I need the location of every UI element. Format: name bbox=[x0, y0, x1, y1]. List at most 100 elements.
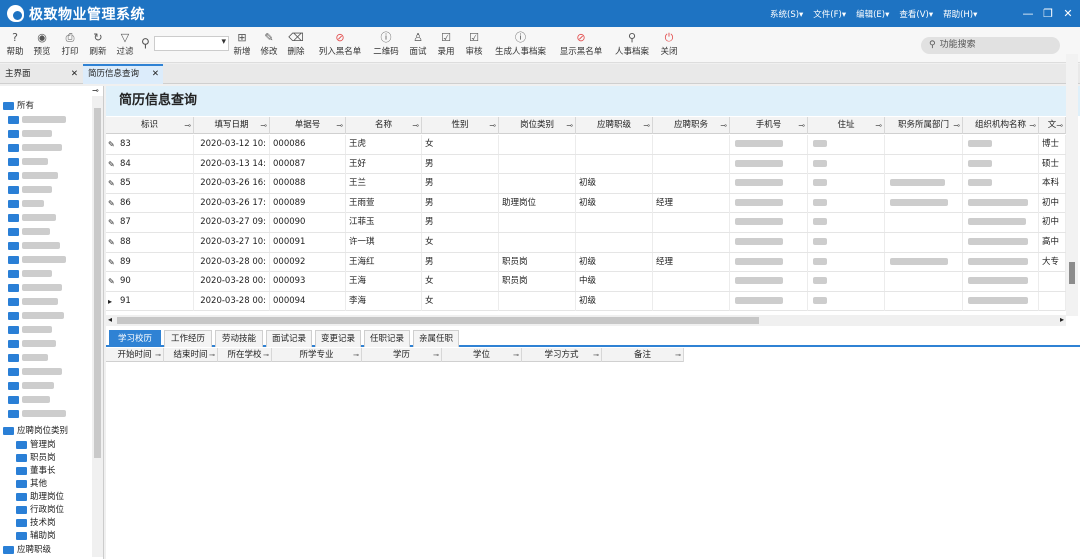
column-header[interactable]: 结束时间 bbox=[164, 348, 218, 362]
tree-item[interactable]: 管理岗 bbox=[16, 439, 56, 452]
tree-node-blurred[interactable] bbox=[8, 408, 66, 421]
table-row[interactable]: ✎ 86 2020-03-26 17: 000089 王雨萱男助理岗位 初级 经理 初中 bbox=[106, 193, 1066, 214]
tree-node-blurred[interactable] bbox=[8, 282, 62, 295]
table-row[interactable]: ▸ 91 2020-03-28 00: 000094 李海女 初级 bbox=[106, 291, 1066, 312]
tree-node-blurred[interactable] bbox=[8, 268, 52, 281]
preview-button[interactable]: ◉ 预览 bbox=[32, 30, 52, 60]
tree-item[interactable]: 技术岗 bbox=[16, 517, 56, 530]
filter-select[interactable] bbox=[154, 36, 229, 51]
print-button[interactable]: ⎙ 打印 bbox=[60, 30, 80, 60]
column-header[interactable]: 开始时间 bbox=[106, 348, 164, 362]
tree-node-blurred[interactable] bbox=[8, 254, 66, 267]
tree-node-blurred[interactable] bbox=[8, 240, 60, 253]
column-header[interactable]: 应聘职级 bbox=[576, 117, 653, 134]
column-header[interactable]: 文 bbox=[1039, 117, 1066, 134]
tab-study-history[interactable]: 学习校历 bbox=[109, 330, 161, 347]
close-icon[interactable]: ✕ bbox=[152, 66, 159, 83]
tab-change-records[interactable]: 变更记录 bbox=[315, 330, 361, 347]
tree-item[interactable]: 其他 bbox=[16, 478, 47, 491]
tab-resume-query[interactable]: 简历信息查询 ✕ bbox=[83, 64, 163, 84]
column-header[interactable]: 应聘职务 bbox=[653, 117, 730, 134]
table-row[interactable]: ✎ 89 2020-03-28 00: 000092 王海红男职员岗 初级 经理 大专 bbox=[106, 252, 1066, 273]
hire-button[interactable]: ☑ 录用 bbox=[436, 30, 456, 60]
tree-node-blurred[interactable] bbox=[8, 114, 66, 127]
edit-button[interactable]: ✎ 修改 bbox=[259, 30, 279, 60]
tab-skills[interactable]: 劳动技能 bbox=[215, 330, 263, 347]
column-header[interactable]: 所在学校 bbox=[218, 348, 272, 362]
tree-node-blurred[interactable] bbox=[8, 352, 48, 365]
column-header[interactable]: 名称 bbox=[346, 117, 422, 134]
column-header[interactable]: 组织机构名称 bbox=[963, 117, 1039, 134]
close-icon[interactable]: ✕ bbox=[1058, 7, 1078, 20]
column-header[interactable]: 住址 bbox=[808, 117, 885, 134]
tree-node-blurred[interactable] bbox=[8, 310, 64, 323]
tree-item[interactable]: 行政岗位 bbox=[16, 504, 64, 517]
column-header[interactable]: 职务所属部门 bbox=[885, 117, 963, 134]
table-row[interactable]: ✎ 84 2020-03-13 14: 000087 王好男硕士 bbox=[106, 154, 1066, 175]
tab-appointment-records[interactable]: 任职记录 bbox=[364, 330, 410, 347]
tree-node-blurred[interactable] bbox=[8, 338, 56, 351]
tree-item[interactable]: 助理岗位 bbox=[16, 491, 64, 504]
refresh-button[interactable]: ↻ 刷新 bbox=[88, 30, 108, 60]
tree-root[interactable]: 所有 bbox=[3, 100, 34, 113]
tree-category[interactable]: 应聘岗位类别 bbox=[3, 425, 68, 438]
table-row[interactable]: ✎ 85 2020-03-26 16: 000088 王兰男初级 本科 bbox=[106, 174, 1066, 194]
show-blacklist-button[interactable]: ⊘ 显示黑名单 bbox=[558, 30, 604, 60]
tree-node-blurred[interactable] bbox=[8, 142, 62, 155]
interview-button[interactable]: ♙ 面试 bbox=[408, 30, 428, 60]
grid-vscrollbar[interactable] bbox=[1066, 54, 1078, 316]
qrcode-button[interactable]: ⓘ 二维码 bbox=[372, 30, 400, 60]
personnel-archive-button[interactable]: ⚲ 人事档案 bbox=[613, 30, 651, 60]
table-row[interactable]: ✎ 88 2020-03-27 10: 000091 许一琪女高中 bbox=[106, 233, 1066, 253]
tree-node-blurred[interactable] bbox=[8, 296, 58, 309]
column-header[interactable]: 岗位类别 bbox=[499, 117, 576, 134]
blacklist-button[interactable]: ⊘ 列入黑名单 bbox=[316, 30, 364, 60]
close-button[interactable]: ⏻ 关闭 bbox=[659, 30, 679, 60]
tree-node-blurred[interactable] bbox=[8, 324, 52, 337]
review-button[interactable]: ☑ 审核 bbox=[464, 30, 484, 60]
tree-scrollbar[interactable] bbox=[92, 96, 103, 557]
tree-item[interactable]: 职员岗 bbox=[16, 452, 56, 465]
menu-help[interactable]: 帮助(H)▾ bbox=[943, 8, 977, 20]
delete-button[interactable]: ⌫ 删除 bbox=[286, 30, 306, 60]
column-header[interactable]: 学习方式 bbox=[522, 348, 602, 362]
menu-view[interactable]: 查看(V)▾ bbox=[899, 8, 933, 20]
column-header[interactable]: 单据号 bbox=[270, 117, 346, 134]
grid-hscrollbar[interactable]: ◂ ▸ bbox=[106, 315, 1066, 326]
pin-icon[interactable]: ⊸ bbox=[92, 86, 99, 95]
tree-node-blurred[interactable] bbox=[8, 226, 50, 239]
column-header[interactable]: 备注 bbox=[602, 348, 684, 362]
filter-button[interactable]: ▽ 过滤 bbox=[115, 30, 135, 60]
tree-node-blurred[interactable] bbox=[8, 156, 48, 169]
tree-node-blurred[interactable] bbox=[8, 184, 52, 197]
column-header[interactable]: 所学专业 bbox=[272, 348, 362, 362]
column-header[interactable]: 学位 bbox=[442, 348, 522, 362]
tab-work-experience[interactable]: 工作经历 bbox=[164, 330, 212, 347]
close-icon[interactable]: ✕ bbox=[71, 64, 78, 84]
tree-category[interactable]: 应聘职级 bbox=[3, 544, 51, 557]
table-row[interactable]: ✎ 90 2020-03-28 00: 000093 王海女职员岗 中级 bbox=[106, 272, 1066, 292]
arrow-right-icon[interactable]: ▸ bbox=[1060, 315, 1064, 324]
tree-node-blurred[interactable] bbox=[8, 366, 62, 379]
tree-node-blurred[interactable] bbox=[8, 394, 50, 407]
arrow-left-icon[interactable]: ◂ bbox=[108, 315, 112, 324]
tree-node-blurred[interactable] bbox=[8, 170, 58, 183]
tab-interview-records[interactable]: 面试记录 bbox=[266, 330, 312, 347]
table-row[interactable]: ✎ 87 2020-03-27 09: 000090 江菲玉男初中 bbox=[106, 213, 1066, 233]
tree-item[interactable]: 董事长 bbox=[16, 465, 56, 478]
restore-icon[interactable]: ❐ bbox=[1038, 7, 1058, 20]
tab-relative-positions[interactable]: 亲属任职 bbox=[413, 330, 459, 347]
minimize-icon[interactable]: — bbox=[1018, 7, 1038, 20]
menu-file[interactable]: 文件(F)▾ bbox=[813, 8, 846, 20]
tree-node-blurred[interactable] bbox=[8, 128, 52, 141]
help-button[interactable]: ? 帮助 bbox=[5, 30, 25, 60]
column-header[interactable]: 填写日期 bbox=[194, 117, 270, 134]
tree-node-blurred[interactable] bbox=[8, 198, 44, 211]
menu-edit[interactable]: 编辑(E)▾ bbox=[856, 8, 889, 20]
add-button[interactable]: ⊞ 新增 bbox=[232, 30, 252, 60]
table-row[interactable]: ✎ 83 2020-03-12 10: 000086 王虎女博士 bbox=[106, 135, 1066, 155]
tree-node-blurred[interactable] bbox=[8, 380, 54, 393]
tree-node-blurred[interactable] bbox=[8, 212, 56, 225]
column-header[interactable]: 标识 bbox=[106, 117, 194, 134]
column-header[interactable]: 手机号 bbox=[730, 117, 808, 134]
